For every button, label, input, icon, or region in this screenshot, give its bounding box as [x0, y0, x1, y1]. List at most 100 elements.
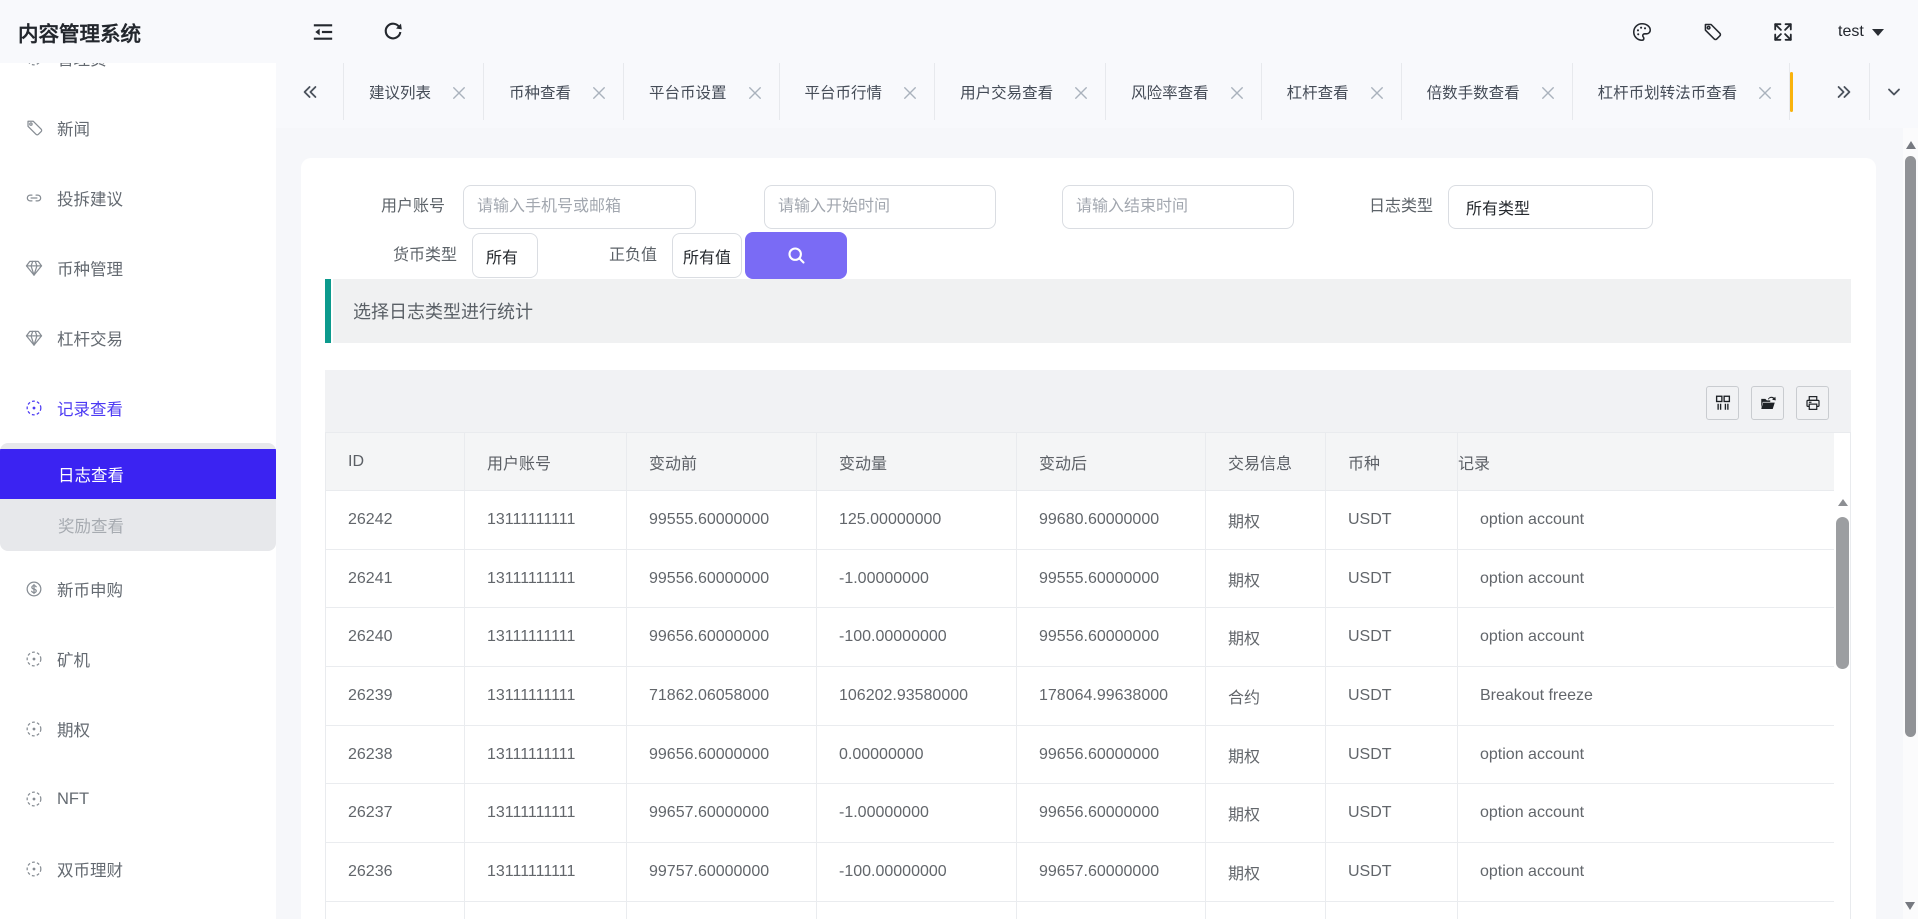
page-scroll-down-arrow[interactable]	[1905, 902, 1915, 910]
start-time-input[interactable]	[764, 185, 996, 229]
sign-select[interactable]: 所有值	[672, 233, 742, 278]
menu-item-icon	[24, 188, 44, 208]
tab[interactable]: 平台币行情	[780, 63, 936, 120]
menu-item-label: NFT	[57, 790, 89, 809]
user-menu[interactable]: test	[1838, 23, 1884, 41]
table-cell: 178064.99638000	[1017, 667, 1206, 726]
sidebar-item[interactable]: 杠杆交易	[0, 318, 276, 358]
log-type-select[interactable]: 所有类型	[1448, 185, 1653, 229]
tabs-dropdown-toggle[interactable]	[1869, 63, 1918, 120]
sidebar-bottom-group: 新币申购 矿机 期权 NFT	[0, 569, 276, 889]
menu-item-icon	[24, 328, 44, 348]
tab[interactable]: 建议列表	[344, 63, 484, 120]
sidebar-item[interactable]: 双币理财	[0, 849, 276, 889]
tab-close-icon[interactable]	[452, 86, 464, 98]
app-title: 内容管理系统	[18, 17, 141, 47]
sidebar-item[interactable]: 矿机	[0, 639, 276, 679]
sidebar-item[interactable]: 新闻	[0, 108, 276, 148]
tab-close-icon[interactable]	[1074, 86, 1086, 98]
sidebar-item[interactable]: 新币申购	[0, 569, 276, 609]
table-row[interactable]: 262421311111111199555.60000000125.000000…	[326, 491, 1850, 550]
table-scroll-up-arrow[interactable]	[1838, 499, 1848, 506]
sidebar-item[interactable]: 期权	[0, 709, 276, 749]
table-header-cell[interactable]: 变动量	[817, 433, 1017, 491]
tab-close-icon[interactable]	[748, 86, 760, 98]
table-cell: 合约	[1206, 667, 1326, 726]
table-cell: 99657.60000000	[1017, 843, 1206, 902]
page-scroll-up-arrow[interactable]	[1906, 141, 1916, 149]
sidebar-item[interactable]: 记录查看	[0, 388, 276, 428]
tab[interactable]: 币种查看	[484, 63, 624, 120]
tab[interactable]: 平台币设置	[624, 63, 780, 120]
sidebar-item[interactable]: NFT	[0, 779, 276, 819]
table-header-cell[interactable]: 币种	[1326, 433, 1458, 491]
table-cell: 13111111111	[465, 491, 627, 550]
tab-close-icon[interactable]	[1370, 86, 1382, 98]
tab[interactable]: 风险率查看	[1106, 63, 1262, 120]
sidebar-submenu-item[interactable]: 日志查看	[0, 449, 276, 499]
tab-close-icon[interactable]	[903, 86, 915, 98]
table-cell: 99680.60000000	[1017, 491, 1206, 550]
table-cell: 13111111111	[465, 843, 627, 902]
menu-item-label: 新闻	[57, 116, 90, 140]
search-button[interactable]	[745, 232, 847, 279]
sidebar-top-group: 管理员 新闻 投拆建议 币种管理	[0, 38, 276, 428]
info-alert: 选择日志类型进行统计	[325, 279, 1851, 343]
table-cell: USDT	[1326, 784, 1458, 843]
table-header-cell[interactable]: 变动后	[1017, 433, 1206, 491]
tab-close-icon[interactable]	[1758, 86, 1770, 98]
sidebar-item[interactable]: 币种管理	[0, 248, 276, 288]
table-header-cell[interactable]: ID	[326, 433, 465, 491]
table-cell: 26240	[326, 608, 465, 667]
table-cell: 99656.60000000	[627, 608, 817, 667]
table-row[interactable]: 262401311111111199656.60000000-100.00000…	[326, 608, 1850, 667]
account-input[interactable]	[463, 185, 696, 229]
page-scrollbar-thumb[interactable]	[1905, 156, 1916, 737]
export-button[interactable]	[1751, 386, 1784, 420]
table-row[interactable]: 262411311111111199556.60000000-1.0000000…	[326, 550, 1850, 609]
table-cell: 106202.93580000	[817, 667, 1017, 726]
tab-close-icon[interactable]	[1230, 86, 1242, 98]
tab[interactable]: 用户交易查看	[935, 63, 1106, 120]
table-scrollbar[interactable]	[1835, 499, 1850, 669]
table-row[interactable]: 262361311111111199757.60000000-100.00000…	[326, 843, 1850, 902]
refresh-icon[interactable]	[382, 21, 404, 43]
table-header-cell[interactable]: 记录	[1458, 433, 1834, 491]
sidebar-item[interactable]: 投拆建议	[0, 178, 276, 218]
table-scrollbar-thumb[interactable]	[1836, 517, 1849, 669]
tab-close-icon[interactable]	[1541, 86, 1553, 98]
table-header-cell[interactable]: 变动前	[627, 433, 817, 491]
table-cell: 期权	[1206, 550, 1326, 609]
sidebar-submenu-item[interactable]: 奖励查看	[0, 499, 276, 551]
tab-label: 杠杆币划转法币查看	[1598, 81, 1738, 103]
table-row[interactable]: 262371311111111199657.60000000-1.0000000…	[326, 784, 1850, 843]
tab-label: 建议列表	[369, 81, 431, 103]
table-cell: 99656.60000000	[627, 726, 817, 785]
table-cell: 期权	[1206, 726, 1326, 785]
table-row[interactable]: 262381311111111199656.600000000.00000000…	[326, 726, 1850, 785]
menu-item-label: 期权	[57, 717, 90, 741]
table-cell: 13111111111	[465, 784, 627, 843]
menu-item-label: 币种管理	[57, 256, 123, 280]
theme-palette-icon[interactable]	[1631, 21, 1653, 43]
table-header-cell[interactable]: 用户账号	[465, 433, 627, 491]
tabs-scroll-left[interactable]	[276, 63, 344, 120]
table-cell: 99555.60000000	[1017, 550, 1206, 609]
tag-icon[interactable]	[1701, 21, 1723, 43]
table-header-cell[interactable]: 交易信息	[1206, 433, 1326, 491]
tab[interactable]: 杠杆币划转法币查看	[1573, 63, 1791, 120]
page-scrollbar[interactable]	[1903, 128, 1918, 919]
tab-close-icon[interactable]	[592, 86, 604, 98]
column-settings-button[interactable]	[1706, 386, 1739, 420]
table-partial-row	[326, 902, 1850, 919]
tab[interactable]: 杠杆查看	[1262, 63, 1402, 120]
currency-select[interactable]: 所有	[472, 233, 538, 278]
table-cell: 26236	[326, 843, 465, 902]
table-row[interactable]: 262391311111111171862.06058000106202.935…	[326, 667, 1850, 726]
print-button[interactable]	[1796, 386, 1829, 420]
tab[interactable]: 倍数手数查看	[1402, 63, 1573, 120]
end-time-input[interactable]	[1062, 185, 1294, 229]
menu-fold-icon[interactable]	[312, 21, 334, 43]
fullscreen-icon[interactable]	[1772, 21, 1794, 43]
tabs-scroll-right[interactable]	[1834, 63, 1854, 120]
